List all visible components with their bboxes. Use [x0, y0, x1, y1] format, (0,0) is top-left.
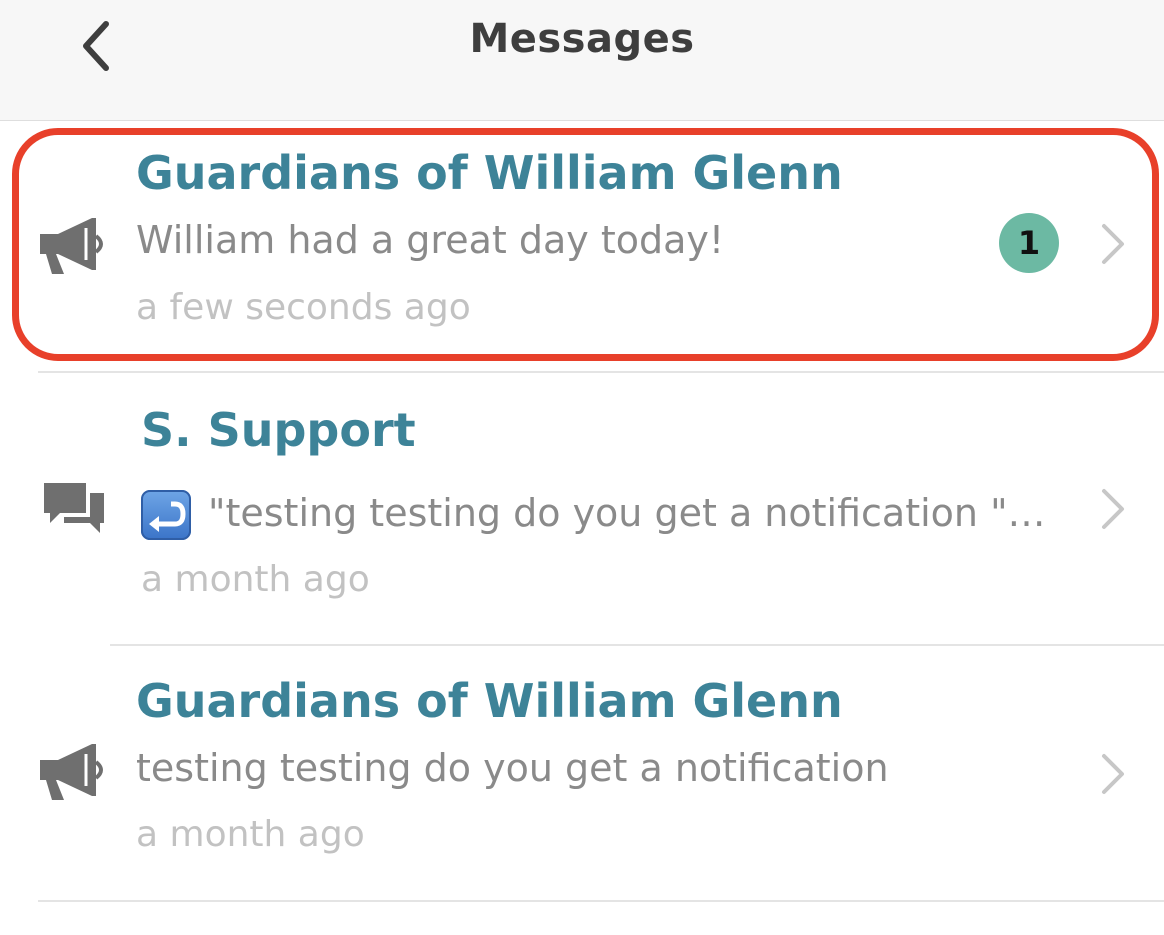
message-timestamp: a few seconds ago [136, 287, 471, 328]
message-preview: "testing testing do you get a notificati… [208, 491, 1046, 535]
message-preview: testing testing do you get a notificatio… [136, 746, 889, 790]
chevron-right-icon [1102, 224, 1124, 264]
message-timestamp: a month ago [141, 559, 370, 600]
megaphone-icon [40, 218, 103, 274]
row-divider [38, 900, 1164, 902]
nav-header: Messages [0, 0, 1164, 121]
message-row-3[interactable]: Guardians of William Glenn testing testi… [0, 646, 1164, 900]
page-title: Messages [469, 16, 695, 62]
chat-bubbles-icon [44, 483, 104, 533]
chevron-right-icon [1102, 489, 1124, 529]
conversation-title: Guardians of William Glenn [136, 146, 843, 200]
unread-count-badge: 1 [999, 213, 1059, 273]
chevron-right-icon [1102, 754, 1124, 794]
message-preview: William had a great day today! [136, 218, 725, 262]
megaphone-icon [40, 744, 103, 800]
message-timestamp: a month ago [136, 814, 365, 855]
reply-arrow-emoji [141, 490, 191, 540]
message-row-1[interactable]: Guardians of William Glenn William had a… [0, 122, 1164, 372]
message-row-2[interactable]: S. Support "testing testing do you get a… [0, 373, 1164, 645]
conversation-title: Guardians of William Glenn [136, 674, 843, 728]
conversation-title: S. Support [141, 403, 416, 457]
